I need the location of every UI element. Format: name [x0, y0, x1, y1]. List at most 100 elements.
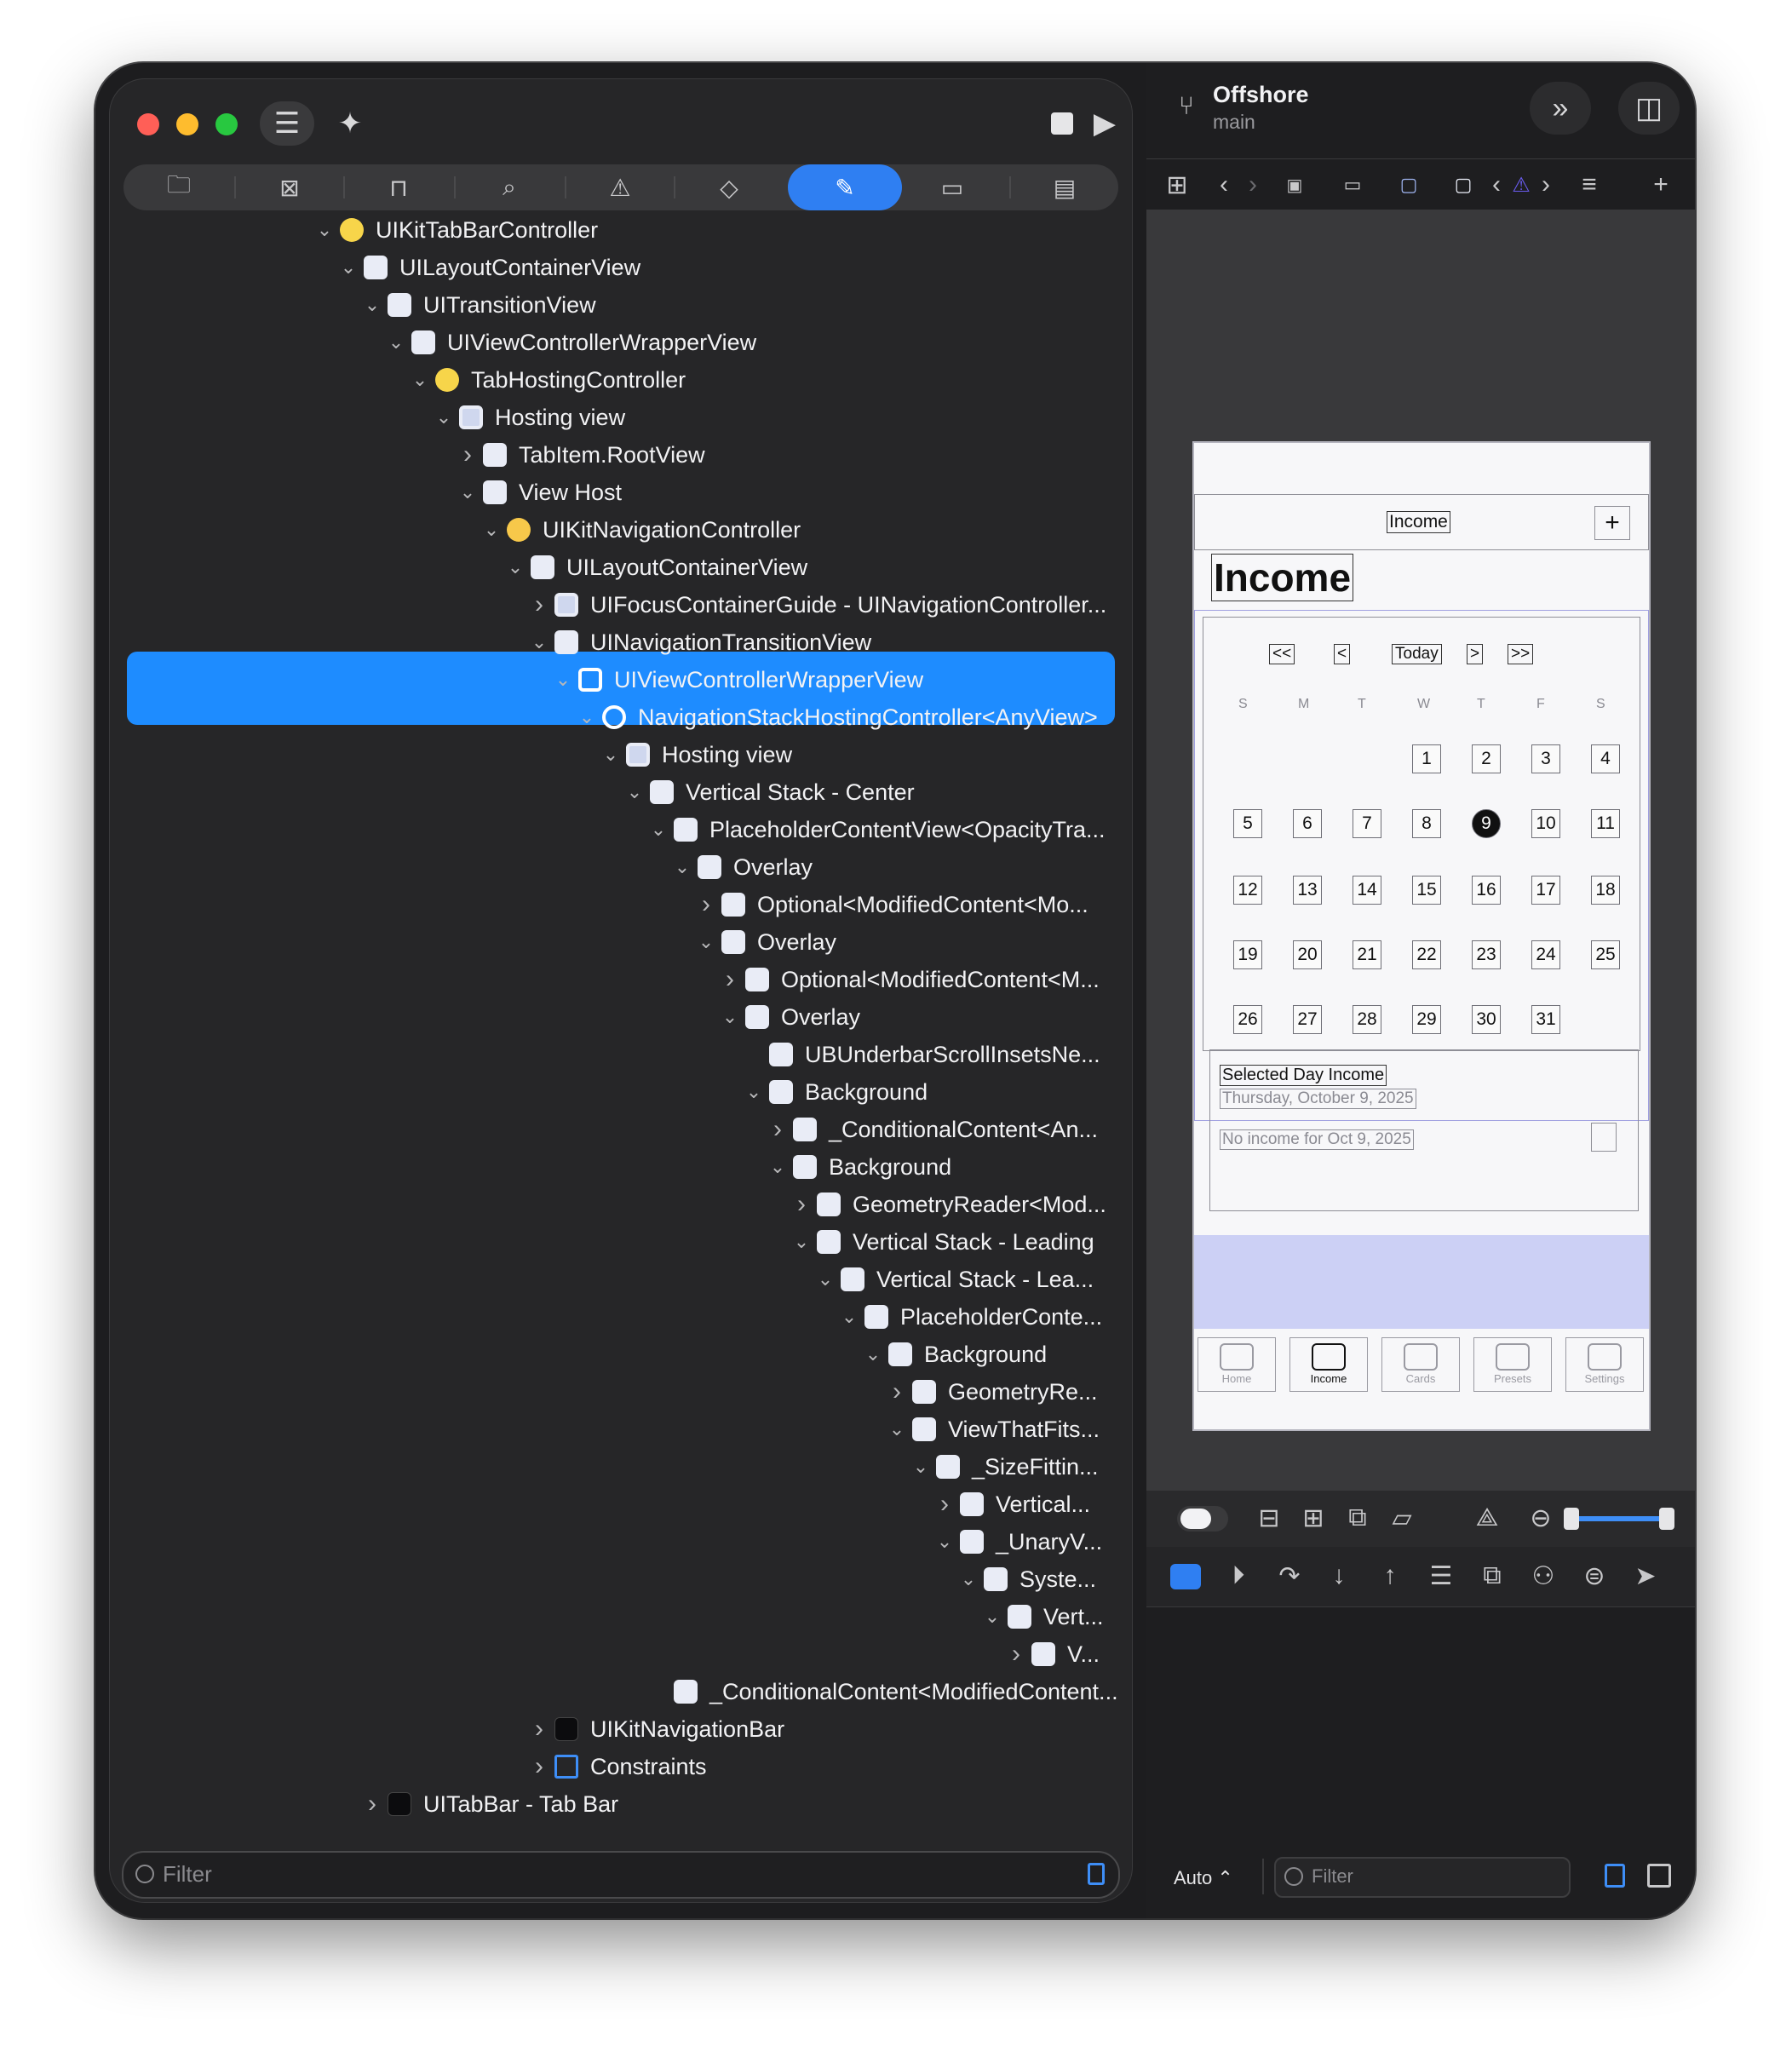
calendar-day[interactable]: 12 [1233, 876, 1262, 905]
tree-row[interactable]: ⌄ Hosting view [434, 399, 625, 436]
chevron-down-icon[interactable]: ⌄ [434, 406, 454, 428]
calendar-day[interactable]: 19 [1233, 940, 1262, 969]
chevron-down-icon[interactable]: ⌄ [910, 1456, 931, 1478]
more-toolbar-button[interactable]: » [1530, 82, 1591, 135]
tree-row[interactable]: ⌄ UILayoutContainerView [338, 249, 640, 286]
tree-row[interactable]: ⌄ Vertical Stack - Center [624, 773, 915, 811]
chevron-down-icon[interactable]: ⌄ [648, 819, 669, 841]
tree-row[interactable]: › V... [1006, 1635, 1100, 1673]
tree-row[interactable]: ⌄ PlaceholderConte... [839, 1298, 1102, 1336]
chevron-down-icon[interactable]: ⌄ [553, 669, 573, 691]
step-into-icon[interactable]: ↓ [1322, 1559, 1356, 1593]
tree-row[interactable]: ⌄ Overlay [720, 998, 860, 1036]
grid-icon[interactable]: ⊞ [1160, 168, 1194, 202]
calendar-day[interactable]: 5 [1233, 809, 1262, 838]
chevron-down-icon[interactable]: ⌄ [791, 1231, 812, 1253]
calendar-day[interactable]: 10 [1531, 809, 1560, 838]
chevron-down-icon[interactable]: ⌄ [672, 856, 692, 878]
calendar-day[interactable]: 24 [1531, 940, 1560, 969]
tree-row[interactable]: ⌄ Background [863, 1336, 1047, 1373]
tree-row[interactable]: ⌄ PlaceholderContentView<OpacityTra... [648, 811, 1106, 848]
calendar-day[interactable]: 1 [1412, 744, 1441, 773]
wireframe-toggle[interactable] [1177, 1506, 1228, 1532]
calendar-day[interactable]: 8 [1412, 809, 1441, 838]
calendar-day[interactable]: 25 [1591, 940, 1620, 969]
tree-row[interactable]: ⌄ Vertical Stack - Lea... [815, 1261, 1094, 1298]
chevron-right-icon[interactable]: › [529, 590, 549, 619]
forward-icon[interactable]: › [1240, 168, 1266, 202]
tree-row[interactable]: _ConditionalContent<ModifiedContent... [648, 1673, 1118, 1710]
calendar-day[interactable]: 13 [1293, 876, 1322, 905]
zoom-slider[interactable] [1564, 1508, 1674, 1530]
chevron-right-icon[interactable]: › [457, 440, 478, 469]
chevron-right-icon[interactable]: › [791, 1190, 812, 1219]
zoom-out-icon[interactable]: ⊖ [1526, 1501, 1555, 1535]
breakpoints-toggle-icon[interactable] [1170, 1564, 1201, 1589]
calendar-day[interactable]: 17 [1531, 876, 1560, 905]
tab-bar-item[interactable]: Cards [1381, 1337, 1460, 1392]
tree-row[interactable]: › Optional<ModifiedContent<M... [720, 961, 1100, 998]
add-icon[interactable]: + [1644, 168, 1678, 202]
bookmarks-tab[interactable]: ⊓ [352, 164, 445, 210]
inspector-toggle-button[interactable]: ◫ [1618, 82, 1680, 135]
debug-memory-icon[interactable]: ☰ [1424, 1559, 1458, 1593]
minimize-window-button[interactable] [176, 113, 198, 135]
tree-row[interactable]: ⌄ Syste... [958, 1560, 1096, 1598]
calendar-day[interactable]: 26 [1233, 1005, 1262, 1034]
step-out-icon[interactable]: ↑ [1373, 1559, 1407, 1593]
view-hierarchy-icon[interactable]: ⧉ [1475, 1559, 1509, 1593]
layers-icon[interactable]: ⧉ [1341, 1501, 1375, 1535]
calendar-day[interactable]: 3 [1531, 744, 1560, 773]
tree-row[interactable]: ⌄ NavigationStackHostingController<AnyVie… [577, 698, 1098, 736]
tree-row[interactable]: › Vertical... [934, 1486, 1090, 1523]
calendar-day[interactable]: 6 [1293, 809, 1322, 838]
step-over-icon[interactable]: ↷ [1272, 1559, 1307, 1593]
simulated-device[interactable]: Income + Income Selected Day Income Thur… [1192, 441, 1651, 1431]
calendar-control-button[interactable]: >> [1508, 644, 1534, 664]
back-icon[interactable]: ‹ [1211, 168, 1237, 202]
console-filter[interactable]: Filter [1274, 1857, 1571, 1898]
tree-row[interactable]: ⌄ Background [744, 1073, 928, 1111]
tree-row[interactable]: ⌄ UIKitTabBarController [314, 211, 598, 249]
tree-row[interactable]: › Constraints [529, 1748, 707, 1785]
chevron-right-icon[interactable]: › [1006, 1640, 1026, 1669]
calendar-day[interactable]: 22 [1412, 940, 1441, 969]
chevron-down-icon[interactable]: ⌄ [481, 519, 502, 541]
chevron-down-icon[interactable]: ⌄ [529, 631, 549, 653]
calendar-day[interactable]: 23 [1472, 940, 1501, 969]
tests-tab[interactable]: ◇ [682, 164, 776, 210]
reports-tab[interactable]: ▤ [1018, 164, 1111, 210]
chevron-down-icon[interactable]: ⌄ [338, 256, 359, 279]
tree-row[interactable]: ⌄ UIViewControllerWrapperView [386, 324, 756, 361]
calendar-day[interactable]: 28 [1353, 1005, 1381, 1034]
tree-row[interactable]: ⌄ _UnaryV... [934, 1523, 1102, 1560]
editor-options-icon[interactable]: ≡ [1572, 168, 1606, 202]
orientation-icon[interactable]: ▱ [1385, 1501, 1419, 1535]
chevron-down-icon[interactable]: ⌄ [720, 1006, 740, 1028]
environment-overrides-icon[interactable]: ⊜ [1577, 1559, 1611, 1593]
chevron-down-icon[interactable]: ⌄ [958, 1568, 979, 1590]
calendar-day[interactable]: 14 [1353, 876, 1381, 905]
tree-row[interactable]: › GeometryRe... [887, 1373, 1098, 1411]
chevron-down-icon[interactable]: ⌄ [505, 556, 526, 578]
clip-content-icon[interactable]: ⊟ [1252, 1501, 1286, 1535]
tree-row[interactable]: ⌄ _SizeFittin... [910, 1448, 1099, 1486]
chevron-down-icon[interactable]: ⌄ [696, 931, 716, 953]
simulate-location-icon[interactable]: ➤ [1628, 1559, 1663, 1593]
navigator-toggle-button[interactable]: ☰ [260, 101, 314, 146]
chevron-down-icon[interactable]: ⌄ [744, 1081, 764, 1103]
close-window-button[interactable] [137, 113, 159, 135]
app-icon[interactable]: ▣ [1281, 171, 1308, 198]
calendar-day[interactable]: 31 [1531, 1005, 1560, 1034]
tree-row[interactable]: ⌄ UITransitionView [362, 286, 596, 324]
chevron-down-icon[interactable]: ⌄ [362, 294, 382, 316]
navigator-filter[interactable]: Filter [122, 1851, 1120, 1899]
calendar-day[interactable]: 20 [1293, 940, 1322, 969]
breakpoints-tab[interactable]: ▭ [905, 164, 999, 210]
tab-bar-item[interactable]: Presets [1473, 1337, 1552, 1392]
assistant-button[interactable]: ✦ [325, 101, 376, 146]
chevron-down-icon[interactable]: ⌄ [577, 706, 597, 728]
calendar-control-button[interactable]: < [1334, 644, 1351, 664]
chevron-down-icon[interactable]: ⌄ [624, 781, 645, 803]
add-income-button[interactable]: + [1594, 506, 1630, 540]
